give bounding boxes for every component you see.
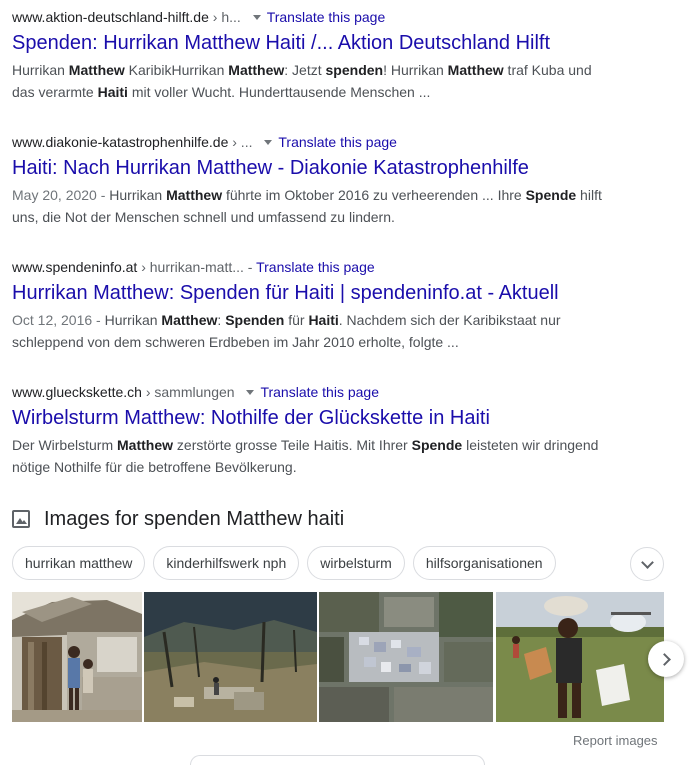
next-images-button[interactable]	[648, 641, 684, 677]
result-snippet: May 20, 2020 - Hurrikan Matthew führte i…	[12, 184, 612, 228]
search-result: www.aktion-deutschland-hilft.de › h... T…	[12, 8, 612, 103]
result-date: Oct 12, 2016 -	[12, 312, 101, 328]
chevron-down-icon	[640, 555, 654, 569]
result-snippet-text: Hurrikan Matthew KaribikHurrikan Matthew…	[12, 62, 592, 100]
caret-down-icon[interactable]	[246, 389, 255, 395]
translate-link[interactable]: Translate this page	[278, 134, 397, 150]
search-result: www.spendeninfo.at › hurrikan-matt... - …	[12, 258, 612, 353]
images-header[interactable]: Images for spenden Matthew haiti	[12, 504, 344, 534]
result-title-link[interactable]: Haiti: Nach Hurrikan Matthew - Diakonie …	[12, 155, 612, 181]
result-domain: www.aktion-deutschland-hilft.de	[12, 9, 209, 25]
result-path: › sammlungen	[145, 384, 235, 400]
result-path: › hurrikan-matt...	[141, 259, 244, 275]
image-thumbnail[interactable]	[12, 592, 142, 722]
image-icon	[12, 510, 30, 528]
result-title-link[interactable]: Wirbelsturm Matthew: Nothilfe der Glücks…	[12, 405, 612, 431]
result-breadcrumb[interactable]: www.aktion-deutschland-hilft.de › h... T…	[12, 8, 612, 26]
image-filter-chips: hurrikan matthew kinderhilfswerk nph wir…	[12, 546, 556, 580]
expand-chips-button[interactable]	[630, 547, 664, 581]
result-title-link[interactable]: Spenden: Hurrikan Matthew Haiti /... Akt…	[12, 30, 612, 56]
search-result: www.glueckskette.ch › sammlungen Transla…	[12, 383, 612, 478]
chevron-right-icon	[658, 652, 671, 666]
more-images-button[interactable]	[190, 755, 485, 765]
result-breadcrumb[interactable]: www.spendeninfo.at › hurrikan-matt... - …	[12, 258, 612, 276]
result-domain: www.spendeninfo.at	[12, 259, 138, 275]
search-result: www.diakonie-katastrophenhilfe.de › ... …	[12, 133, 612, 228]
chip-hurrikan-matthew[interactable]: hurrikan matthew	[12, 546, 146, 580]
result-domain: www.glueckskette.ch	[12, 384, 142, 400]
result-date: May 20, 2020 -	[12, 187, 106, 203]
result-snippet-text: Der Wirbelsturm Matthew zerstörte grosse…	[12, 437, 599, 475]
result-path: › ...	[232, 134, 253, 150]
translate-link[interactable]: Translate this page	[267, 9, 386, 25]
result-domain: www.diakonie-katastrophenhilfe.de	[12, 134, 229, 150]
result-title-link[interactable]: Hurrikan Matthew: Spenden für Haiti | sp…	[12, 280, 612, 306]
chip-wirbelsturm[interactable]: wirbelsturm	[307, 546, 405, 580]
caret-down-icon[interactable]	[264, 139, 273, 145]
result-snippet: Oct 12, 2016 - Hurrikan Matthew: Spenden…	[12, 309, 612, 353]
translate-link[interactable]: Translate this page	[260, 384, 379, 400]
report-images-link[interactable]: Report images	[573, 733, 658, 748]
result-breadcrumb[interactable]: www.glueckskette.ch › sammlungen Transla…	[12, 383, 612, 401]
chip-kinderhilfswerk-nph[interactable]: kinderhilfswerk nph	[153, 546, 300, 580]
translate-link[interactable]: Translate this page	[256, 259, 375, 275]
images-section-title[interactable]: Images for spenden Matthew haiti	[44, 508, 344, 531]
caret-down-icon[interactable]	[252, 14, 261, 20]
result-path: › h...	[212, 9, 241, 25]
result-snippet: Der Wirbelsturm Matthew zerstörte grosse…	[12, 434, 612, 478]
image-thumbnail[interactable]	[496, 592, 664, 722]
chip-hilfsorganisationen[interactable]: hilfsorganisationen	[412, 546, 556, 580]
result-snippet: Hurrikan Matthew KaribikHurrikan Matthew…	[12, 59, 612, 103]
result-breadcrumb[interactable]: www.diakonie-katastrophenhilfe.de › ... …	[12, 133, 612, 151]
image-thumbnail[interactable]	[319, 592, 493, 722]
image-thumbnail[interactable]	[144, 592, 317, 722]
separator: -	[247, 259, 253, 275]
